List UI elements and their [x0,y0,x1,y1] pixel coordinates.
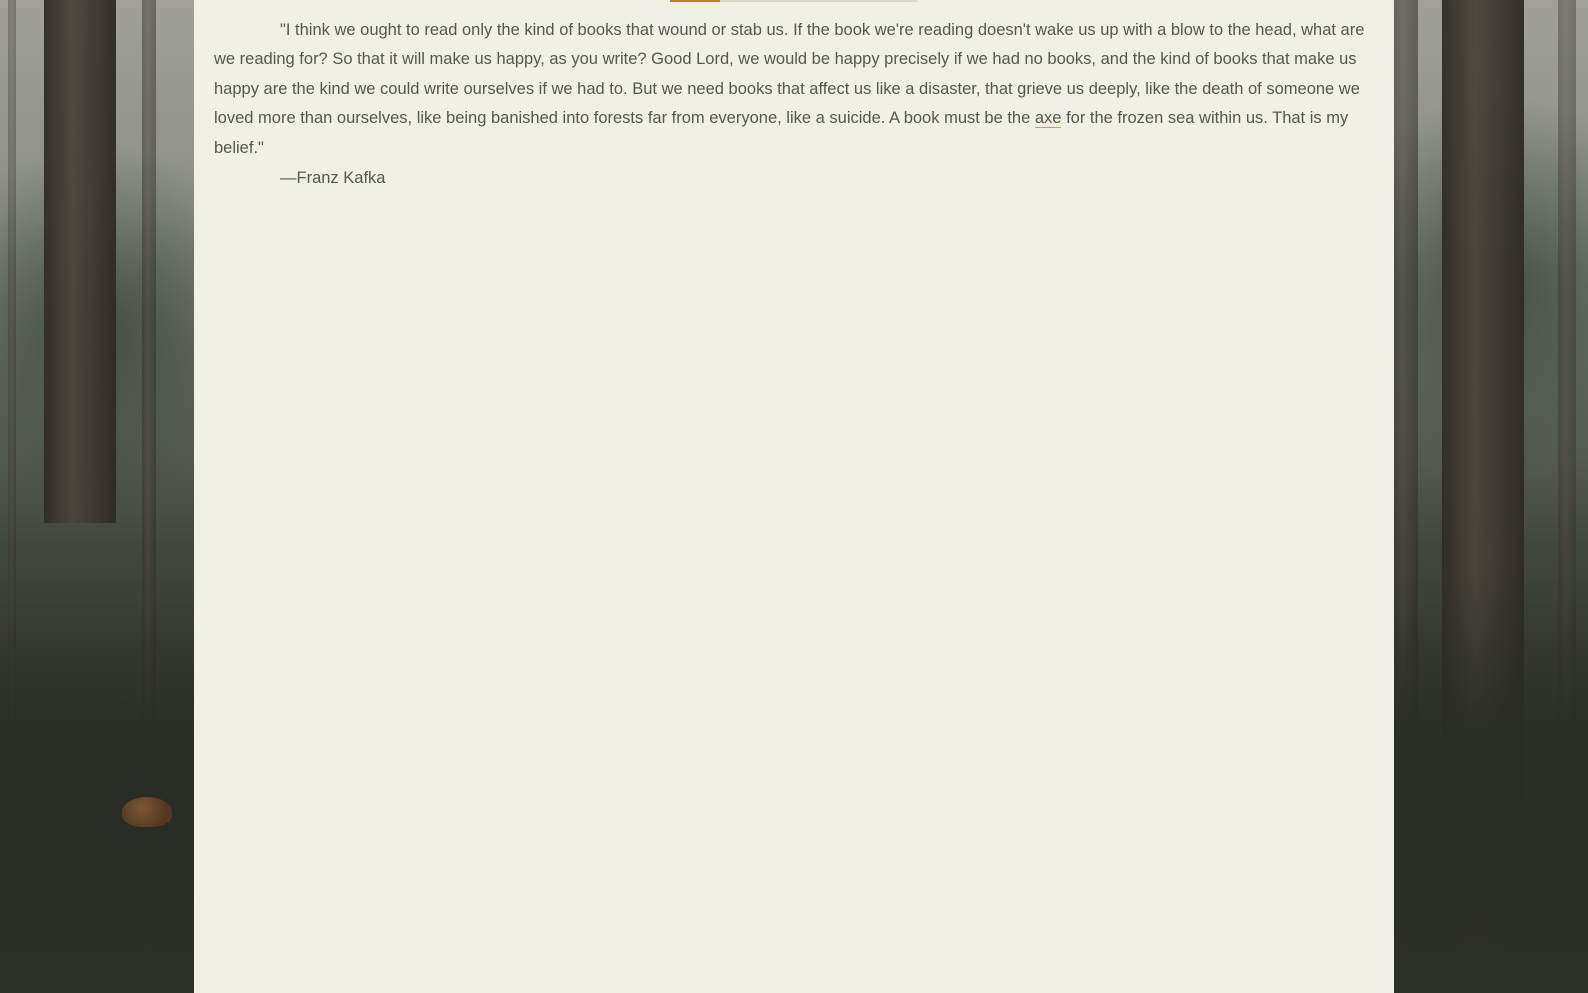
kafka-quote: "I think we ought to read only the kind … [214,16,1366,163]
active-tab-indicator [670,0,720,2]
quote-attribution: —Franz Kafka [280,169,386,187]
axe-link[interactable]: axe [1034,109,1062,129]
mushroom [122,797,172,827]
tree-trunk [44,0,116,523]
content-panel: "I think we ought to read only the kind … [194,0,1394,993]
